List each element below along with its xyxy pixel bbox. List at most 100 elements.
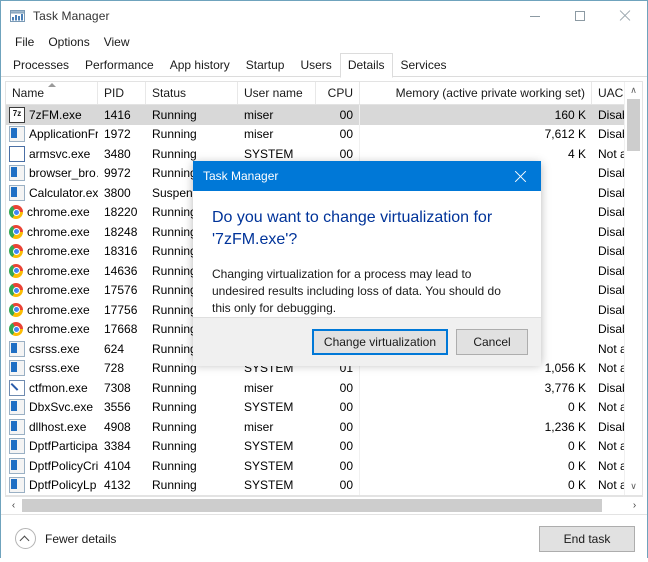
process-name-label: chrome.exe	[27, 244, 90, 258]
cell-cpu: 00	[316, 105, 360, 125]
cell-cpu: 00	[316, 378, 360, 398]
process-name-label: Calculator.exe	[29, 186, 98, 200]
tab-app-history[interactable]: App history	[162, 54, 238, 77]
table-row[interactable]: DptfParticipa…3384RunningSYSTEM000 KNot …	[6, 437, 642, 457]
change-virtualization-button[interactable]: Change virtualization	[312, 329, 448, 355]
cell-user: SYSTEM	[238, 456, 316, 476]
table-row[interactable]: DbxSvc.exe3556RunningSYSTEM000 KNot allo…	[6, 398, 642, 418]
window-icon	[9, 458, 25, 474]
tab-strip: Processes Performance App history Startu…	[1, 53, 647, 77]
table-row[interactable]: DptfPolicyCri…4104RunningSYSTEM000 KNot …	[6, 456, 642, 476]
column-header-status[interactable]: Status	[146, 82, 238, 104]
dialog-body: Do you want to change virtualization for…	[193, 191, 541, 317]
maximize-icon	[575, 11, 585, 21]
cell-pid: 4104	[98, 456, 146, 476]
column-header-row: Name PID Status User name CPU Memory (active …	[6, 82, 642, 105]
column-header-label: Memory (active private working set)	[396, 86, 585, 100]
table-row[interactable]: DptfPolicyLp…4132RunningSYSTEM000 KNot a…	[6, 476, 642, 496]
tab-services[interactable]: Services	[393, 54, 455, 77]
process-name-label: DptfParticipa…	[29, 439, 98, 453]
column-header-cpu[interactable]: CPU	[316, 82, 360, 104]
column-header-name[interactable]: Name	[6, 82, 98, 104]
cell-pid: 3556	[98, 398, 146, 418]
cell-cpu: 00	[316, 417, 360, 437]
menu-item-file[interactable]: File	[8, 33, 41, 52]
process-name-label: chrome.exe	[27, 283, 90, 297]
vertical-scrollbar[interactable]: ∧ ∨	[624, 82, 642, 495]
table-row[interactable]: ctfmon.exe7308Runningmiser003,776 KDisab…	[6, 378, 642, 398]
horizontal-scrollbar[interactable]: ‹ ›	[5, 496, 643, 514]
table-row[interactable]: ApplicationFr…1972Runningmiser007,612 KD…	[6, 125, 642, 145]
column-header-label: PID	[104, 86, 124, 100]
window-icon	[9, 360, 25, 376]
cell-pid: 17756	[98, 300, 146, 320]
vertical-scroll-track[interactable]	[625, 99, 642, 478]
process-name-label: 7zFM.exe	[29, 108, 82, 122]
column-header-memory[interactable]: Memory (active private working set)	[360, 82, 592, 104]
window-icon	[9, 126, 25, 142]
window-title: Task Manager	[33, 9, 110, 23]
close-button[interactable]	[602, 1, 647, 31]
column-header-label: CPU	[328, 86, 353, 100]
scroll-left-button[interactable]: ‹	[5, 497, 22, 514]
close-icon	[619, 10, 631, 22]
close-icon	[514, 170, 527, 183]
menu-item-options[interactable]: Options	[41, 33, 96, 52]
table-row[interactable]: dllhost.exe4908Runningmiser001,236 KDisa…	[6, 417, 642, 437]
cell-pid: 17576	[98, 281, 146, 301]
tab-details[interactable]: Details	[340, 53, 393, 78]
tab-performance[interactable]: Performance	[77, 54, 162, 77]
table-row[interactable]: 7z7zFM.exe1416Runningmiser00160 KDisable…	[6, 105, 642, 125]
horizontal-scroll-thumb[interactable]	[22, 499, 602, 512]
cancel-button[interactable]: Cancel	[456, 329, 528, 355]
cell-pid: 18248	[98, 222, 146, 242]
dialog-close-button[interactable]	[499, 161, 541, 191]
fewer-details-button[interactable]: Fewer details	[15, 528, 116, 549]
dialog-title: Task Manager	[203, 169, 278, 183]
cell-cpu: 00	[316, 437, 360, 457]
cell-cpu: 00	[316, 476, 360, 496]
cell-status: Running	[146, 476, 238, 496]
cell-name: DbxSvc.exe	[6, 398, 98, 418]
scroll-down-button[interactable]: ∨	[625, 478, 642, 495]
cell-user: miser	[238, 125, 316, 145]
horizontal-scroll-track[interactable]	[22, 497, 626, 514]
cell-pid: 624	[98, 339, 146, 359]
process-name-label: dllhost.exe	[29, 420, 86, 434]
column-header-label: Status	[152, 86, 186, 100]
cell-name: chrome.exe	[6, 222, 98, 242]
column-header-user[interactable]: User name	[238, 82, 316, 104]
cell-pid: 4132	[98, 476, 146, 496]
cell-user: miser	[238, 417, 316, 437]
process-name-label: DbxSvc.exe	[29, 400, 93, 414]
cell-memory: 0 K	[360, 437, 592, 457]
tab-processes[interactable]: Processes	[5, 54, 77, 77]
cell-status: Running	[146, 105, 238, 125]
cell-status: Running	[146, 437, 238, 457]
cell-cpu: 00	[316, 456, 360, 476]
cell-memory: 7,612 K	[360, 125, 592, 145]
tab-startup[interactable]: Startup	[238, 54, 293, 77]
cell-name: dllhost.exe	[6, 417, 98, 437]
process-name-label: armsvc.exe	[29, 147, 90, 161]
end-task-button[interactable]: End task	[539, 526, 635, 552]
menu-item-view[interactable]: View	[97, 33, 137, 52]
chevron-up-icon	[15, 528, 36, 549]
process-name-label: chrome.exe	[27, 322, 90, 336]
cell-name: DptfPolicyLp…	[6, 476, 98, 496]
scroll-right-button[interactable]: ›	[626, 497, 643, 514]
column-header-pid[interactable]: PID	[98, 82, 146, 104]
dialog-title-bar: Task Manager	[193, 161, 541, 191]
task-manager-icon	[10, 8, 26, 24]
vertical-scroll-thumb[interactable]	[627, 99, 640, 151]
cell-status: Running	[146, 125, 238, 145]
scroll-up-button[interactable]: ∧	[625, 82, 642, 99]
minimize-button[interactable]	[512, 1, 557, 31]
chrome-icon	[9, 264, 23, 278]
maximize-button[interactable]	[557, 1, 602, 31]
tab-users[interactable]: Users	[292, 54, 339, 77]
cell-name: csrss.exe	[6, 339, 98, 359]
cell-pid: 1972	[98, 125, 146, 145]
process-name-label: browser_bro…	[29, 166, 98, 180]
cell-pid: 3384	[98, 437, 146, 457]
